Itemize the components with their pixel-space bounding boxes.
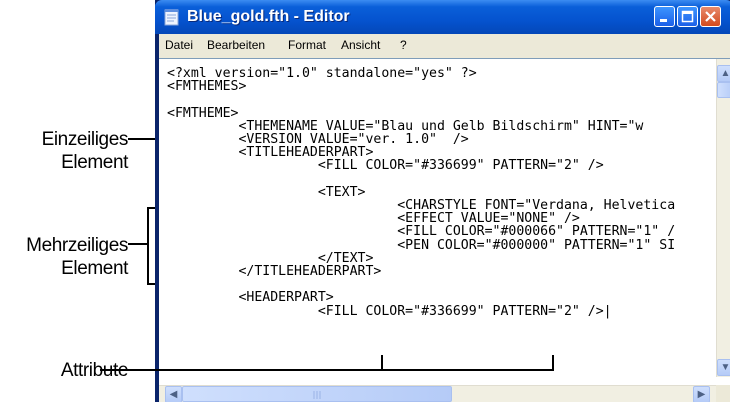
title-bar[interactable]: Blue_gold.fth - Editor — [155, 0, 730, 34]
chevron-left-icon: ◀ — [169, 389, 178, 400]
maximize-button[interactable] — [677, 6, 698, 27]
close-button[interactable] — [700, 6, 721, 27]
code-line: <FMTHEMES> — [167, 79, 247, 95]
menu-format[interactable]: Format — [288, 38, 326, 52]
text-editor-area[interactable]: <?xml version="1.0" standalone="yes" ?> … — [159, 58, 730, 402]
resize-grip[interactable] — [716, 385, 730, 402]
annotation-multi-line-text: Mehrzeiliges Element — [26, 235, 128, 279]
scroll-left-arrow[interactable]: ◀ — [165, 386, 182, 402]
menu-bearbeiten[interactable]: Bearbeiten — [207, 38, 265, 52]
scroll-down-arrow[interactable]: ▼ — [717, 359, 730, 376]
scroll-up-arrow[interactable]: ▲ — [717, 65, 730, 82]
menu-ansicht[interactable]: Ansicht — [341, 38, 380, 52]
editor-window: Blue_gold.fth - Editor Datei Bearbeiten … — [155, 0, 730, 402]
notepad-icon — [164, 9, 179, 26]
code-line: <FILL COLOR="#336699" PATTERN="2" />| — [167, 303, 612, 319]
maximize-icon — [681, 10, 694, 23]
vertical-scroll-thumb[interactable] — [717, 82, 730, 98]
thumb-grip-icon — [313, 391, 321, 399]
code-line: <FILL COLOR="#336699" PATTERN="2" /> — [167, 158, 604, 174]
menu-bar: Datei Bearbeiten Format Ansicht ? — [159, 34, 730, 59]
menu-help[interactable]: ? — [400, 38, 407, 52]
code-line: </TITLEHEADERPART> — [167, 264, 382, 280]
leader-line-attribute — [100, 369, 554, 371]
close-icon — [705, 11, 716, 22]
leader-line-multi — [128, 243, 148, 245]
menu-datei[interactable]: Datei — [165, 38, 193, 52]
annotation-single-line-text: Einzeiliges Element — [41, 129, 129, 173]
scroll-right-arrow[interactable]: ▶ — [693, 386, 710, 402]
minimize-button[interactable] — [654, 6, 675, 27]
attribute-tick-right — [552, 355, 554, 371]
chevron-up-icon: ▲ — [720, 68, 730, 79]
attribute-tick-left — [381, 355, 383, 371]
vertical-scrollbar[interactable]: ▲ ▼ — [716, 59, 730, 377]
window-title: Blue_gold.fth - Editor — [187, 8, 350, 25]
chevron-down-icon: ▼ — [720, 362, 730, 373]
horizontal-scrollbar[interactable]: ◀ ▶ — [159, 385, 716, 402]
bracket-multi-vertical — [147, 207, 149, 285]
horizontal-scroll-thumb[interactable] — [182, 386, 452, 402]
annotation-multi-line-element: Mehrzeiliges Element — [0, 234, 128, 280]
minimize-icon — [660, 19, 667, 22]
editor-content[interactable]: <?xml version="1.0" standalone="yes" ?> … — [167, 67, 675, 318]
annotation-single-line-element: Einzeiliges Element — [0, 128, 129, 174]
chevron-right-icon: ▶ — [697, 389, 706, 400]
